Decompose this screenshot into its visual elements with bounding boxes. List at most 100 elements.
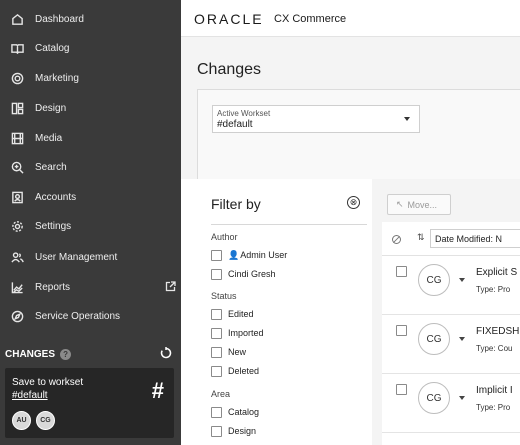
sidebar-item-user-management[interactable]: User Management [0, 244, 181, 270]
checkbox[interactable] [211, 425, 222, 437]
checkbox[interactable] [396, 325, 407, 336]
item-title[interactable]: FIXEDSH [476, 326, 519, 337]
caret-down-icon[interactable] [459, 337, 465, 341]
page-title: Changes [197, 61, 262, 78]
checkbox[interactable] [211, 406, 222, 418]
search-icon [10, 160, 24, 174]
filter-section-area: Area [211, 389, 231, 399]
item-type: Type: Pro [476, 285, 511, 294]
sidebar-item-service-operations[interactable]: Service Operations [0, 303, 181, 329]
filter-option-label: Deleted [228, 366, 260, 376]
external-link-icon[interactable] [165, 281, 176, 292]
sidebar-item-media[interactable]: Media [0, 125, 181, 151]
sidebar-item-label: Media [35, 132, 63, 144]
checkbox[interactable] [211, 365, 222, 377]
save-to-workset-card[interactable]: Save to workset #default # AU CG [5, 368, 174, 438]
item-type: Type: Cou [476, 344, 513, 353]
sidebar-item-label: Marketing [35, 72, 79, 84]
hash-icon: # [151, 378, 164, 403]
help-icon[interactable]: ? [60, 348, 72, 360]
filter-section-author: Author [211, 232, 238, 242]
main-content: Changes Active Workset #default Filter b… [181, 37, 520, 445]
caret-down-icon[interactable] [459, 278, 465, 282]
move-button-label: Move... [407, 199, 438, 210]
filter-option-imported[interactable]: Imported [211, 327, 264, 339]
reports-icon [10, 280, 24, 294]
sidebar-item-marketing[interactable]: Marketing [0, 65, 181, 91]
filter-panel: Filter by ⊗ Author 👤 Admin User Cindi Gr… [181, 179, 372, 445]
sidebar-item-reports[interactable]: Reports [0, 274, 181, 300]
sidebar-item-dashboard[interactable]: Dashboard [0, 6, 181, 32]
changes-label: CHANGES [5, 348, 56, 360]
sidebar-item-search[interactable]: Search [0, 154, 181, 180]
filter-option-design[interactable]: Design [211, 425, 256, 437]
sidebar-item-design[interactable]: Design [0, 95, 181, 121]
gear-icon [10, 219, 24, 233]
list-header: ⇅ Date Modified: N [382, 222, 520, 256]
active-workset-label: Active Workset [217, 109, 271, 118]
filter-option-admin-user[interactable]: 👤 Admin User [211, 249, 287, 261]
divider [211, 224, 367, 225]
list-item[interactable]: CG Explicit S Type: Pro [382, 257, 520, 315]
filter-option-cindi-gresh[interactable]: Cindi Gresh [211, 268, 276, 280]
target-icon [10, 71, 24, 85]
item-title[interactable]: Implicit I [476, 385, 513, 396]
avatar[interactable]: CG [36, 411, 55, 430]
checkbox[interactable] [211, 308, 222, 320]
refresh-icon[interactable] [160, 347, 172, 359]
users-icon [10, 250, 24, 264]
sidebar: Dashboard Catalog Marketing Design Media [0, 0, 181, 445]
filter-option-new[interactable]: New [211, 346, 246, 358]
move-button[interactable]: ↖ Move... [387, 194, 451, 215]
caret-down-icon[interactable] [459, 396, 465, 400]
sidebar-item-label: Design [35, 102, 67, 114]
caret-down-icon [404, 117, 410, 121]
list-item[interactable]: CG Implicit I Type: Pro [382, 375, 520, 433]
filter-option-catalog[interactable]: Catalog [211, 406, 259, 418]
clear-filter-icon[interactable]: ⊗ [347, 196, 360, 209]
select-none-icon[interactable] [392, 235, 401, 244]
checkbox[interactable] [396, 384, 407, 395]
checkbox[interactable] [396, 266, 407, 277]
filter-option-deleted[interactable]: Deleted [211, 365, 259, 377]
sidebar-item-label: Service Operations [35, 310, 121, 322]
checkbox[interactable] [211, 327, 222, 339]
layout-icon [10, 101, 24, 115]
filter-option-label: Edited [228, 309, 254, 319]
filter-option-label: Catalog [228, 407, 260, 417]
list-item[interactable]: CG FIXEDSH Type: Cou [382, 316, 520, 374]
results-panel: ↖ Move... ⇅ Date Modified: N CG Explicit… [372, 179, 520, 445]
filter-section-status: Status [211, 291, 237, 301]
compass-icon [10, 309, 24, 323]
sidebar-item-settings[interactable]: Settings [0, 213, 181, 239]
checkbox[interactable] [211, 346, 222, 358]
active-workset-value: #default [217, 119, 253, 130]
sort-select[interactable]: Date Modified: N [430, 229, 520, 248]
avatar[interactable]: AU [12, 411, 31, 430]
checkbox[interactable] [211, 268, 222, 280]
filter-option-edited[interactable]: Edited [211, 308, 254, 320]
workset-card-title: Save to workset [12, 377, 84, 388]
avatar: CG [418, 264, 450, 296]
oracle-logo: ORACLE [194, 11, 264, 27]
active-workset-select[interactable]: Active Workset #default [212, 105, 420, 133]
filter-option-label: Design [228, 426, 257, 436]
filter-option-label: New [228, 347, 247, 357]
item-title[interactable]: Explicit S [476, 267, 517, 278]
avatar: CG [418, 382, 450, 414]
sidebar-item-label: User Management [35, 251, 118, 263]
sidebar-item-label: Dashboard [35, 13, 84, 25]
sidebar-item-catalog[interactable]: Catalog [0, 35, 181, 61]
app-root: Dashboard Catalog Marketing Design Media [0, 0, 520, 445]
sidebar-item-label: Settings [35, 220, 72, 232]
top-bar: ORACLE CX Commerce [181, 0, 520, 37]
workset-card-link[interactable]: #default [12, 390, 48, 401]
accounts-icon [10, 190, 24, 204]
sidebar-item-accounts[interactable]: Accounts [0, 184, 181, 210]
avatar: CG [418, 323, 450, 355]
sort-icon[interactable]: ⇅ [417, 232, 425, 243]
checkbox[interactable] [211, 249, 222, 261]
changes-list: ⇅ Date Modified: N CG Explicit S Type: P… [382, 222, 520, 445]
sidebar-item-label: Catalog [35, 42, 70, 54]
book-icon [10, 41, 24, 55]
